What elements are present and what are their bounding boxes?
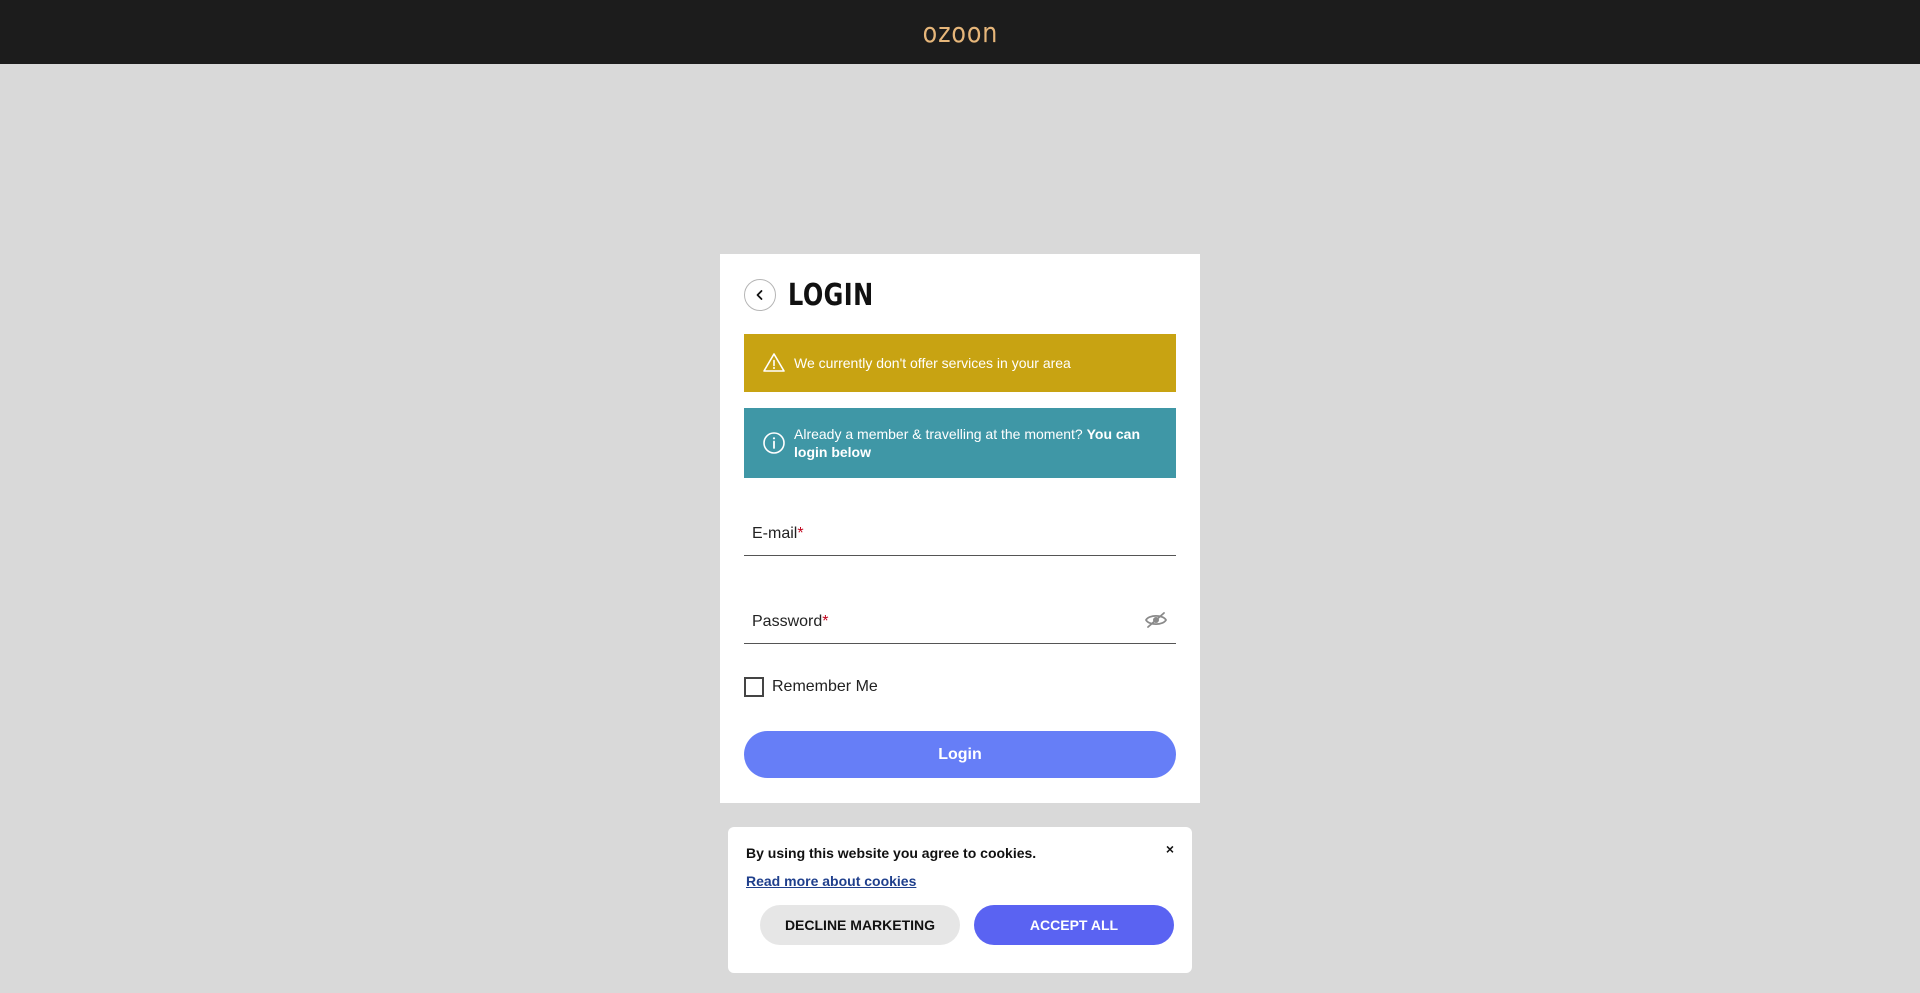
password-field[interactable]: Password* — [744, 588, 1176, 644]
email-input[interactable] — [744, 500, 1176, 555]
info-alert: Already a member & travelling at the mom… — [744, 408, 1176, 478]
login-header: LOGIN — [744, 277, 1176, 313]
decline-marketing-button[interactable]: DECLINE MARKETING — [760, 905, 960, 945]
info-text-regular: Already a member & travelling at the mom… — [794, 426, 1083, 442]
page-title: LOGIN — [788, 277, 874, 313]
remember-me-label[interactable]: Remember Me — [772, 678, 878, 696]
warning-text: We currently don't offer services in you… — [794, 355, 1071, 371]
cookie-banner: By using this website you agree to cooki… — [728, 827, 1192, 973]
warning-triangle-icon — [763, 353, 785, 372]
back-button[interactable] — [744, 279, 776, 311]
remember-me-row: Remember Me — [744, 676, 1176, 698]
brand-logo[interactable]: ozoon — [922, 16, 998, 49]
remember-me-checkbox[interactable] — [744, 677, 764, 697]
login-card: LOGIN We currently don't offer services … — [720, 254, 1200, 803]
top-bar: ozoon — [0, 0, 1920, 64]
login-button[interactable]: Login — [744, 731, 1176, 778]
cookie-buttons: DECLINE MARKETING ACCEPT ALL — [760, 905, 1174, 945]
email-field[interactable]: E-mail* — [744, 500, 1176, 556]
cookie-policy-link[interactable]: Read more about cookies — [746, 873, 916, 889]
warning-alert: We currently don't offer services in you… — [744, 334, 1176, 392]
password-input[interactable] — [744, 588, 1176, 643]
info-text: Already a member & travelling at the mom… — [794, 425, 1158, 461]
close-icon[interactable]: × — [1162, 841, 1178, 857]
accept-all-button[interactable]: ACCEPT ALL — [974, 905, 1174, 945]
chevron-left-icon — [756, 290, 763, 300]
cookie-message: By using this website you agree to cooki… — [746, 845, 1037, 861]
eye-slash-icon[interactable] — [1144, 611, 1168, 629]
info-circle-icon — [763, 432, 785, 454]
